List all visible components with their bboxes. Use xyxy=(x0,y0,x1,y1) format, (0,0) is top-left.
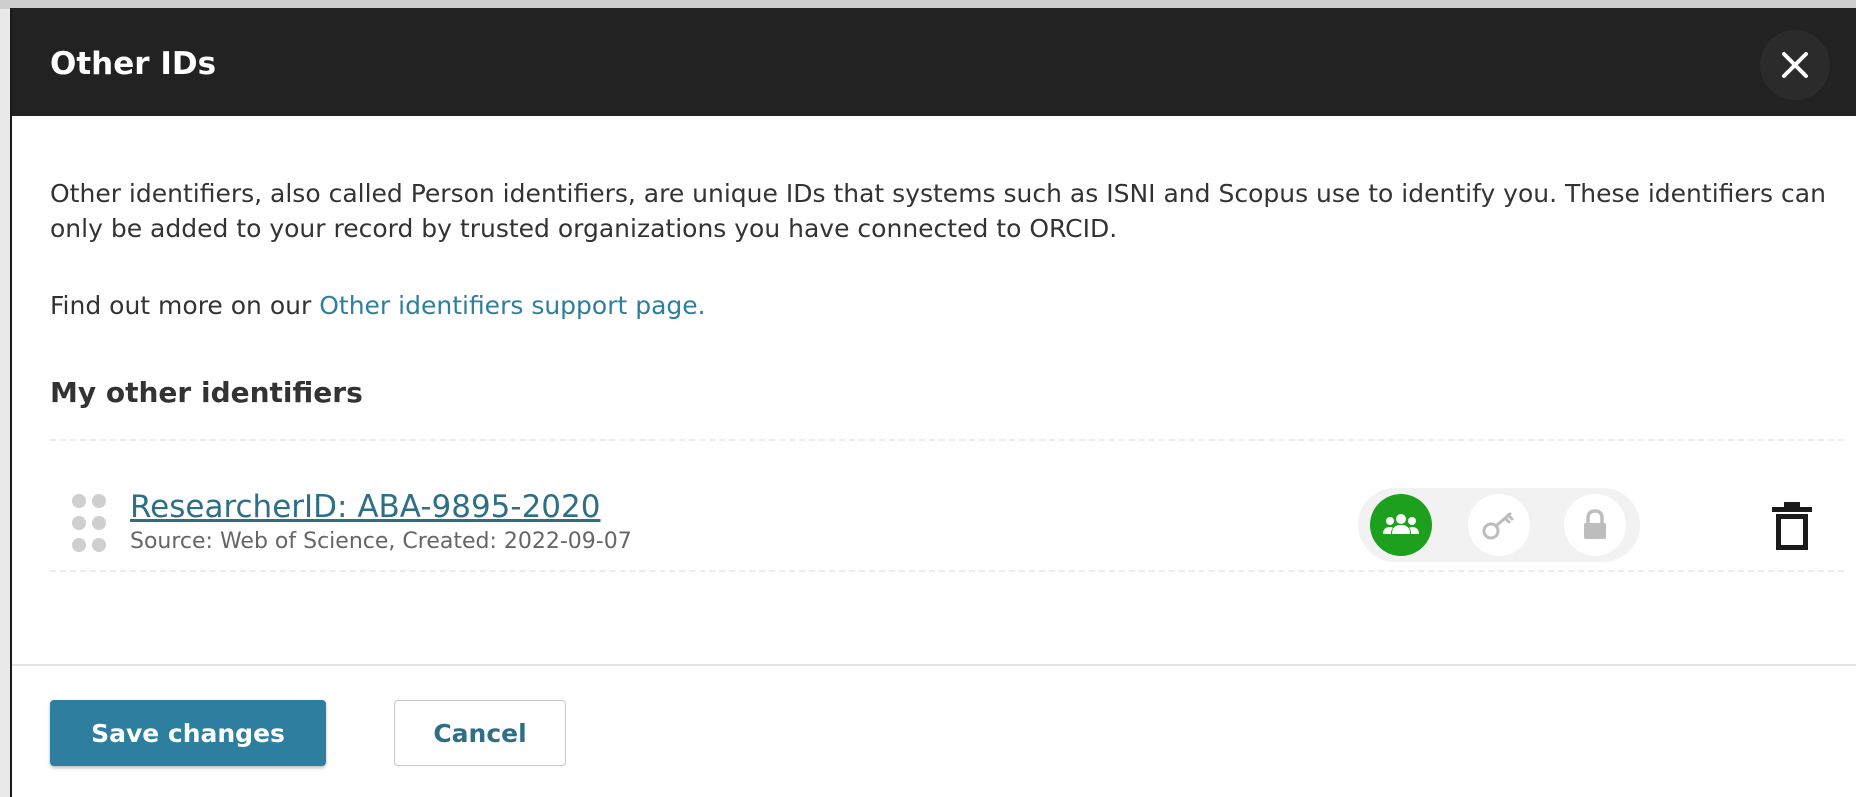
trash-icon xyxy=(1772,502,1812,550)
find-out-more: Find out more on our Other identifiers s… xyxy=(50,288,706,323)
dialog-header: Other IDs xyxy=(12,8,1856,116)
find-out-more-prefix: Find out more on our xyxy=(50,291,320,320)
visibility-everyone-button[interactable] xyxy=(1370,494,1432,556)
cancel-button[interactable]: Cancel xyxy=(394,700,566,766)
visibility-private-button[interactable] xyxy=(1564,494,1626,556)
close-button[interactable] xyxy=(1760,30,1830,100)
close-icon xyxy=(1782,52,1808,78)
lock-icon xyxy=(1584,509,1606,539)
identifier-source: Source: Web of Science, Created: 2022-09… xyxy=(130,529,632,554)
visibility-trusted-button[interactable] xyxy=(1468,494,1530,556)
footer-divider xyxy=(12,664,1856,666)
people-group-icon xyxy=(1383,514,1419,534)
other-ids-dialog: Other IDs Other identifiers, also called… xyxy=(10,8,1856,797)
support-page-link[interactable]: Other identifiers support page. xyxy=(319,291,705,320)
key-icon xyxy=(1482,512,1514,540)
list-divider-bottom xyxy=(50,570,1844,572)
delete-button[interactable] xyxy=(1764,498,1820,554)
list-divider-top xyxy=(50,439,1844,441)
drag-handle-icon[interactable] xyxy=(64,490,110,554)
intro-text: Other identifiers, also called Person id… xyxy=(50,179,1826,243)
section-heading: My other identifiers xyxy=(50,376,363,409)
identifier-link[interactable]: ResearcherID: ABA-9895-2020 xyxy=(130,488,600,526)
dialog-title: Other IDs xyxy=(50,46,217,82)
visibility-selector xyxy=(1358,488,1640,562)
save-changes-button[interactable]: Save changes xyxy=(50,700,326,766)
